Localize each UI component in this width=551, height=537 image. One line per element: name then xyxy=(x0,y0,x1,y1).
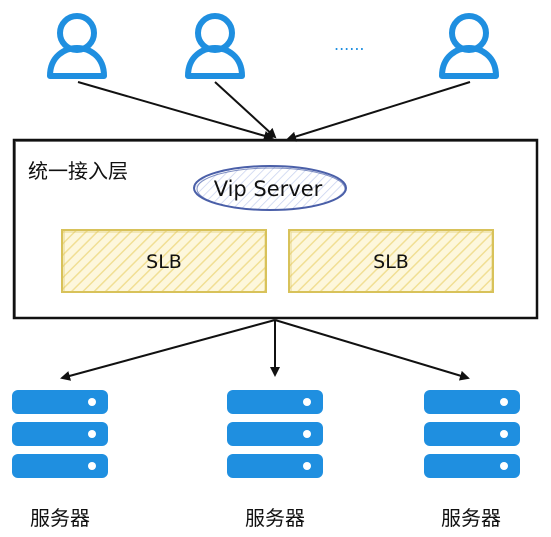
users-ellipsis: ...... xyxy=(334,35,365,54)
access-layer-title: 统一接入层 xyxy=(28,159,128,183)
server-label-2: 服务器 xyxy=(245,506,305,530)
server-label-1: 服务器 xyxy=(30,506,90,530)
arrow-access-to-server1 xyxy=(60,319,276,381)
server-label-3: 服务器 xyxy=(441,506,501,530)
arrow-user2-to-access xyxy=(214,81,277,139)
server-icon-1 xyxy=(12,390,108,478)
slb-label-2: SLB xyxy=(373,251,409,273)
user-icon-3 xyxy=(439,13,499,79)
arrow-user3-to-access xyxy=(286,81,471,142)
user-icon-1 xyxy=(47,13,107,79)
arrow-user1-to-access xyxy=(77,81,274,141)
server-icon-3 xyxy=(424,390,520,478)
vip-server-label: Vip Server xyxy=(214,177,323,201)
architecture-diagram: ...... 统一接入层 Vip Server SLB SLB 服务器 服务器 … xyxy=(12,13,539,530)
slb-label-1: SLB xyxy=(146,251,182,273)
arrow-access-to-server3 xyxy=(274,319,470,381)
server-icon-2 xyxy=(227,390,323,478)
user-icon-2 xyxy=(185,13,245,79)
